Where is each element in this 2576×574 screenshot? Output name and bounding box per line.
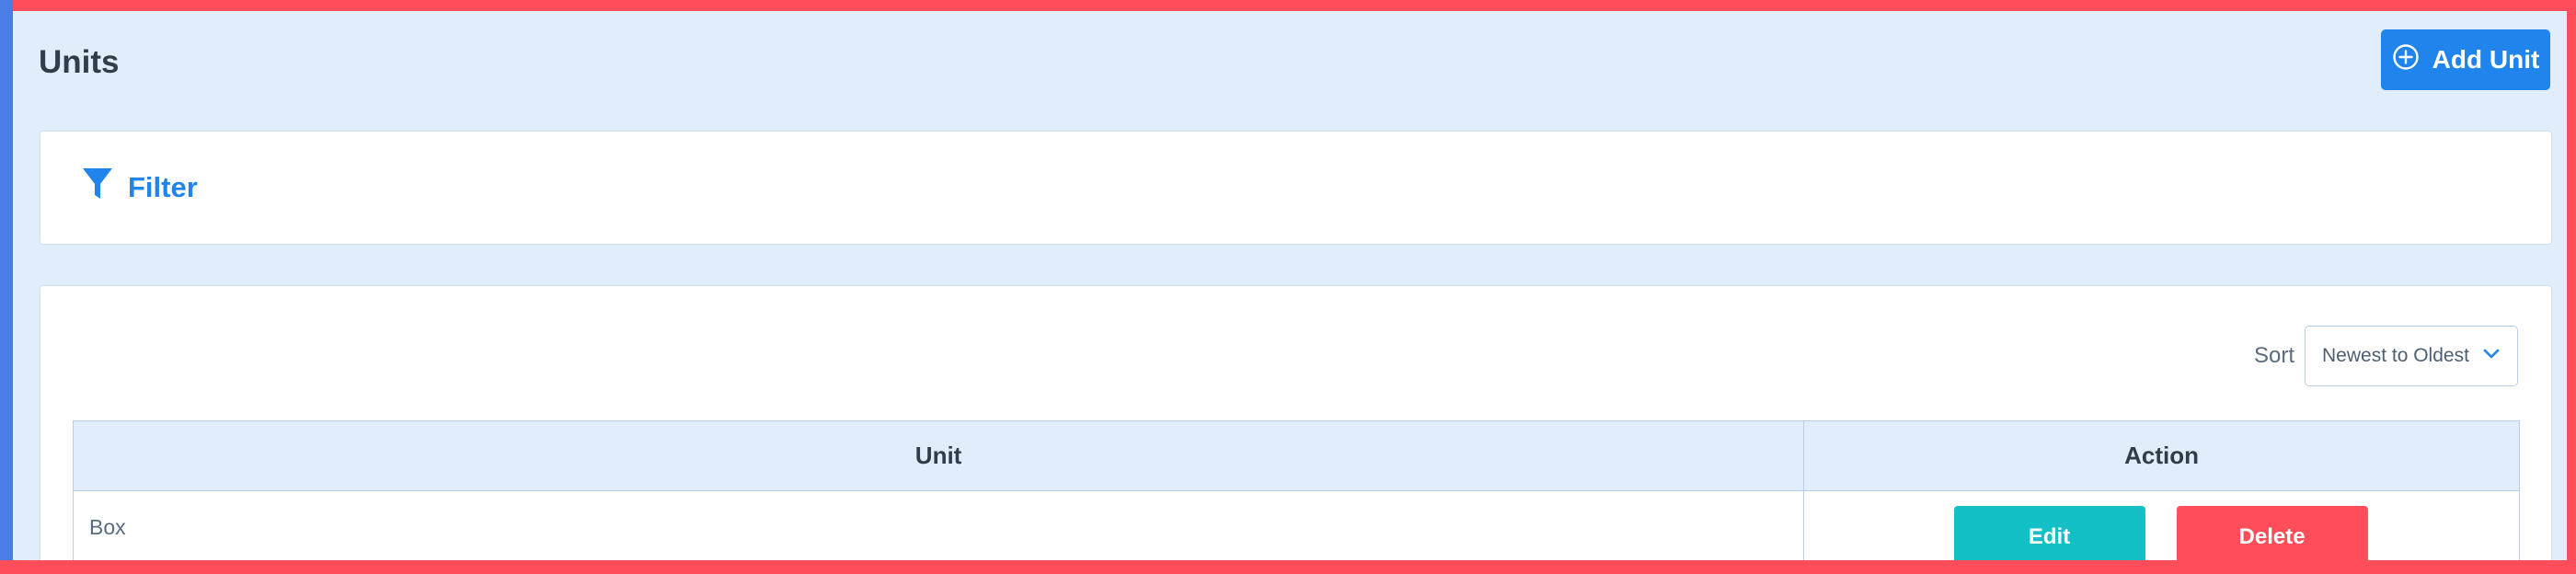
action-cell: Edit Delete [1803,490,2520,560]
units-list-card: Sort Newest to Oldest Unit Action Box Ed… [40,285,2552,560]
frame-left-border [0,0,13,574]
chevron-down-icon [2482,348,2501,365]
filter-toggle[interactable]: Filter [82,166,198,209]
delete-button[interactable]: Delete [2176,506,2368,560]
plus-circle-icon [2392,43,2420,77]
page-title: Units [39,44,120,80]
unit-cell: Box [72,490,1805,560]
add-unit-label: Add Unit [2432,45,2540,74]
frame-bottom-border [0,560,2576,574]
table-header-row: Unit Action [72,420,2520,491]
table-row: Box Edit Delete [72,490,2520,560]
units-table: Unit Action Box Edit Delete [72,420,2520,560]
filter-label: Filter [128,171,198,203]
column-header-unit: Unit [72,420,1805,491]
unit-name: Box [89,515,126,539]
frame-right-border [2567,0,2576,574]
filter-panel: Filter [40,131,2552,245]
funnel-icon [82,166,113,209]
sort-label: Sort [2254,343,2295,368]
add-unit-button[interactable]: Add Unit [2381,29,2550,90]
edit-button[interactable]: Edit [1953,506,2145,560]
sort-dropdown[interactable]: Newest to Oldest [2305,326,2518,386]
sort-selected-value: Newest to Oldest [2322,345,2469,366]
units-page: Units Add Unit Filter Sort Newest to Old… [13,11,2567,560]
frame-top-border [0,0,2576,11]
column-header-action: Action [1803,420,2520,491]
